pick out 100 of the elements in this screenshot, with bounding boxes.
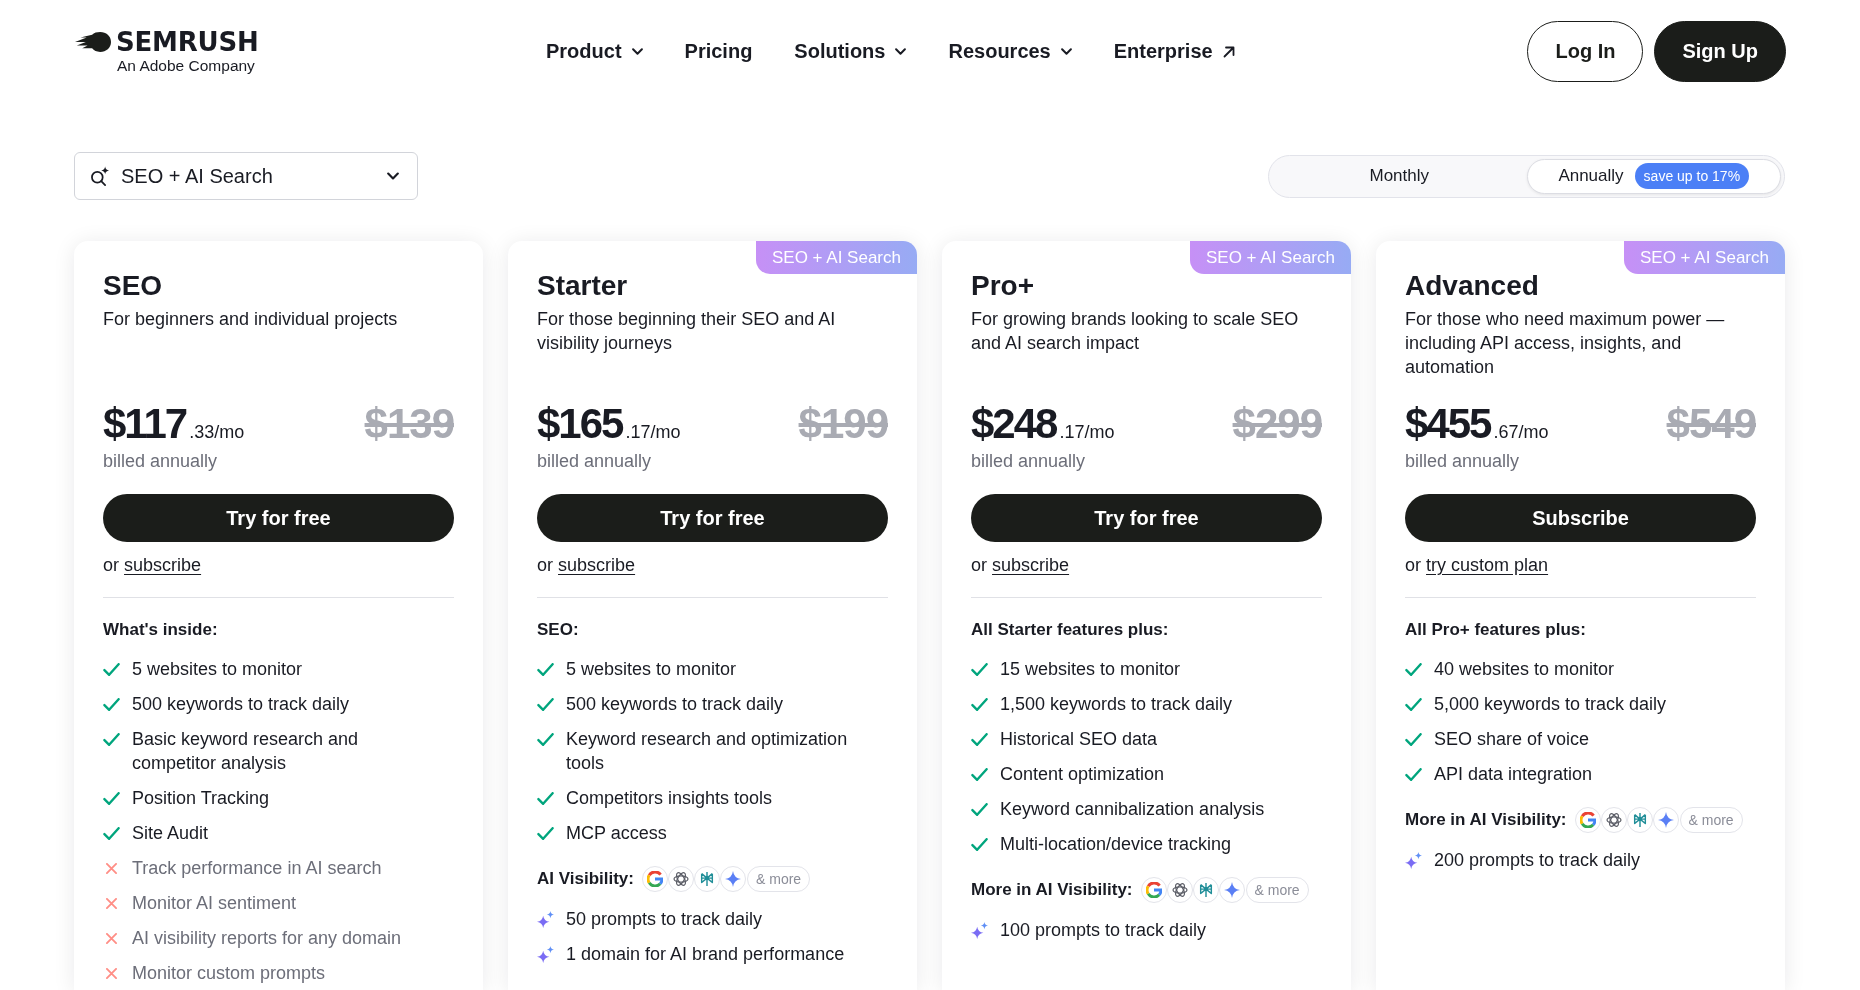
old-price: $299 <box>1232 399 1322 449</box>
feature-text: 50 prompts to track daily <box>566 908 763 931</box>
feature-text: Track performance in AI search <box>132 857 382 880</box>
nav-link[interactable]: Solutions <box>794 40 907 63</box>
plan-description: For those who need maximum power — including API access, insights, and automation <box>1405 308 1726 379</box>
check-icon <box>971 663 988 676</box>
knot-logo-icon <box>1600 807 1627 833</box>
check-icon <box>103 792 120 805</box>
feature-text: Content optimization <box>1000 763 1165 786</box>
check-icon <box>537 733 554 746</box>
check-icon <box>537 827 554 840</box>
billing-option[interactable]: Annually save up to 17% <box>1526 158 1781 194</box>
text-link[interactable]: subscribe <box>992 555 1070 575</box>
check-icon <box>1405 663 1422 676</box>
logo-icon <box>75 31 111 53</box>
cta-button[interactable]: Subscribe <box>1405 494 1756 542</box>
check-icon <box>971 733 988 746</box>
nav-link[interactable]: Resources <box>948 40 1072 63</box>
sparkle-icon <box>537 911 554 928</box>
check-icon <box>1405 733 1422 746</box>
feature-text: Historical SEO data <box>1000 728 1158 751</box>
cross-icon <box>106 898 117 909</box>
section-heading: All Starter features plus: <box>971 619 1169 641</box>
cta-button[interactable]: Try for free <box>103 494 454 542</box>
logo-wordmark: SEMRUSH <box>116 28 259 56</box>
cta-button[interactable]: Try for free <box>537 494 888 542</box>
section-heading: What's inside: <box>103 619 218 641</box>
chevron-down-icon <box>631 48 643 55</box>
feature-text: Site Audit <box>132 822 209 845</box>
plan-filter-dropdown[interactable]: SEO + AI Search <box>74 152 418 200</box>
feature-text: 15 websites to monitor <box>1000 658 1181 681</box>
billing-note: billed annually <box>537 450 653 473</box>
alternative-action-text: or try custom plan <box>1405 554 1549 577</box>
feature-text: Multi-location/device tracking <box>1000 833 1232 856</box>
nav-link[interactable]: Enterprise <box>1113 40 1235 63</box>
logo-tagline: An Adobe Company <box>116 57 256 75</box>
sparkle-icon <box>537 946 554 963</box>
chevron-down-icon <box>387 172 399 180</box>
price-period: .17/mo <box>625 422 681 443</box>
plan-title: Pro+ <box>971 269 1036 303</box>
g-logo-icon <box>1574 807 1601 833</box>
feature-text: 5 websites to monitor <box>566 658 737 681</box>
price-amount: $165 <box>537 399 623 449</box>
knot-logo-icon <box>668 866 694 892</box>
text-link[interactable]: subscribe <box>558 555 636 575</box>
sparkle-icon <box>971 922 988 939</box>
check-icon <box>103 698 120 711</box>
price-period: .17/mo <box>1059 422 1115 443</box>
feature-text: 500 keywords to track daily <box>566 693 784 716</box>
nav-link[interactable]: Product <box>546 40 643 63</box>
alternative-action-text: or subscribe <box>537 554 636 577</box>
check-icon <box>971 698 988 711</box>
text-link[interactable]: try custom plan <box>1426 555 1549 575</box>
feature-text: API data integration <box>1434 763 1593 786</box>
text-link[interactable]: subscribe <box>124 555 202 575</box>
check-icon <box>103 733 120 746</box>
section-heading: More in AI Visibility: <box>971 879 1133 901</box>
check-icon <box>971 768 988 781</box>
check-icon <box>537 792 554 805</box>
feature-text: Keyword research and optimization tools <box>566 728 849 775</box>
price-period: .67/mo <box>1493 422 1549 443</box>
nav-link[interactable]: Pricing <box>684 40 753 63</box>
section-heading: AI Visibility: <box>537 868 634 890</box>
old-price: $139 <box>364 399 454 449</box>
plan-ribbon: SEO + AI Search <box>756 241 917 274</box>
geometric-logo-icon <box>1626 807 1653 833</box>
log-in-button[interactable]: Log In <box>1527 21 1644 82</box>
sign-up-button[interactable]: Sign Up <box>1654 21 1786 82</box>
cta-button[interactable]: Try for free <box>971 494 1322 542</box>
feature-text: 100 prompts to track daily <box>1000 919 1207 942</box>
section-heading: All Pro+ features plus: <box>1405 619 1586 641</box>
sparkle-icon <box>1405 852 1422 869</box>
plan-description: For growing brands looking to scale SEO and AI search impact <box>971 308 1300 355</box>
feature-text: 500 keywords to track daily <box>132 693 350 716</box>
billing-option[interactable]: Monthly <box>1272 158 1527 194</box>
plan-description: For those beginning their SEO and AI visibility journeys <box>537 308 837 355</box>
check-icon <box>971 838 988 851</box>
plan-description: For beginners and individual projects <box>103 308 399 331</box>
feature-text: AI visibility reports for any domain <box>132 927 402 950</box>
feature-text: Monitor AI sentiment <box>132 892 297 915</box>
price-amount: $455 <box>1405 399 1491 449</box>
feature-text: 1,500 keywords to track daily <box>1000 693 1233 716</box>
check-icon <box>971 803 988 816</box>
chevron-down-icon <box>1060 48 1072 55</box>
cross-icon <box>106 933 117 944</box>
old-price: $549 <box>1666 399 1756 449</box>
price-amount: $248 <box>971 399 1057 449</box>
plan-ribbon: SEO + AI Search <box>1190 241 1351 274</box>
cross-icon <box>106 863 117 874</box>
feature-text: 5 websites to monitor <box>132 658 303 681</box>
alternative-action-text: or subscribe <box>971 554 1070 577</box>
plan-title: SEO <box>103 269 164 303</box>
feature-text: 1 domain for AI brand performance <box>566 943 845 966</box>
g-logo-icon <box>642 866 668 892</box>
check-icon <box>103 827 120 840</box>
feature-text: Basic keyword research and competitor analysis <box>132 728 360 775</box>
billing-note: billed annually <box>103 450 219 473</box>
feature-text: 40 websites to monitor <box>1434 658 1615 681</box>
alternative-action-text: or subscribe <box>103 554 202 577</box>
geometric-logo-icon <box>694 866 720 892</box>
